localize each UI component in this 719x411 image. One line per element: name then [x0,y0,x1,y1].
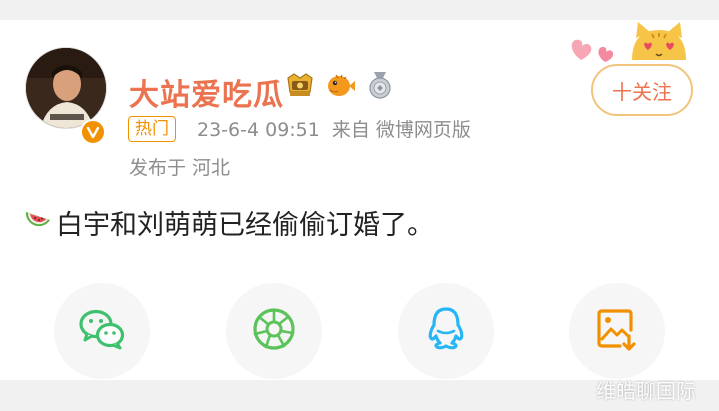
cat-decoration-icon [624,20,694,68]
avatar[interactable] [25,47,107,129]
moments-icon [251,306,297,356]
share-qq-button[interactable] [398,283,494,379]
silver-medal-badge-icon[interactable] [364,69,396,101]
watermark: 维皓聊国际 [596,379,696,403]
share-wechat-button[interactable] [54,283,150,379]
post-text: 白宇和刘萌萌已经偷偷订婚了。 [56,210,434,241]
qq-icon [424,305,468,357]
verified-icon [80,119,106,145]
pufferfish-badge-icon[interactable] [324,69,356,101]
author-name[interactable]: 大站爱吃瓜 [129,70,284,114]
source: 来自 微博网页版 [331,119,471,141]
share-moments-button[interactable] [226,283,322,379]
user-badges [284,69,396,101]
post-content: 白宇和刘萌萌已经偷偷订婚了。 [24,203,434,242]
golden-trophy-badge-icon[interactable] [284,69,316,101]
post-meta: 23-6-4 09:51 来自 微博网页版 [197,115,471,142]
save-image-button[interactable] [569,283,665,379]
hot-tag: 热门 [128,116,176,142]
wechat-icon [77,307,127,355]
top-divider [0,0,719,20]
weibo-post-card: 大站爱吃瓜 热门 23-6-4 09:51 来自 微博网页版 发布于 河北 十关… [0,20,719,380]
follow-button[interactable]: 十关注 [591,64,693,116]
save-image-icon [596,306,638,356]
watermelon-icon [24,206,52,239]
timestamp: 23-6-4 09:51 [197,119,320,141]
location: 发布于 河北 [129,157,231,179]
